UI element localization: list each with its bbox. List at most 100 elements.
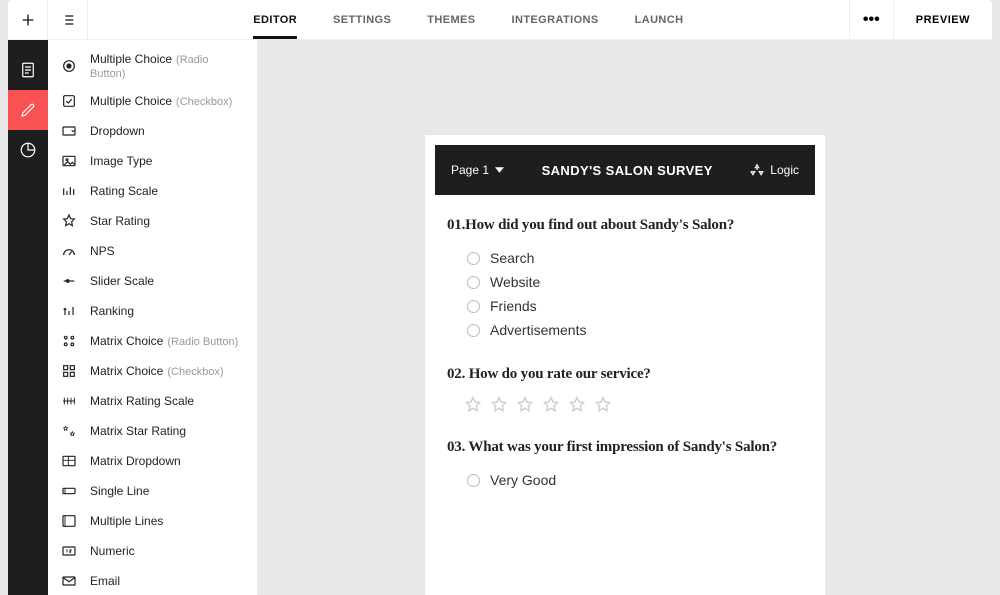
- palette-item-matrix-scale[interactable]: Matrix Rating Scale: [48, 386, 257, 416]
- page-label: Page 1: [451, 163, 489, 177]
- star-icon[interactable]: [489, 395, 509, 415]
- star-icon[interactable]: [463, 395, 483, 415]
- star-rating-row: [447, 395, 803, 415]
- palette-item-label: Ranking: [90, 304, 134, 318]
- palette-item-label: Multiple Lines: [90, 514, 163, 528]
- question-title: 01.How did you find out about Sandy's Sa…: [447, 217, 803, 234]
- palette-item-label: Slider Scale: [90, 274, 154, 288]
- radio-icon: [61, 58, 77, 74]
- rail-analytics[interactable]: [8, 130, 48, 170]
- star-icon: [61, 213, 77, 229]
- palette-item-label: Rating Scale: [90, 184, 158, 198]
- email-icon: [61, 573, 77, 589]
- pencil-icon: [19, 101, 37, 119]
- palette-item-email[interactable]: Email: [48, 566, 257, 595]
- list-button[interactable]: [48, 0, 88, 40]
- radio-icon: [467, 276, 480, 289]
- numeric-icon: [61, 543, 77, 559]
- radio-option[interactable]: Friends: [447, 294, 803, 318]
- image-icon: [61, 153, 77, 169]
- question-3: 03. What was your first impression of Sa…: [447, 439, 803, 492]
- tab-integrations[interactable]: INTEGRATIONS: [512, 0, 599, 39]
- radio-option[interactable]: Website: [447, 270, 803, 294]
- matrix-scale-icon: [61, 393, 77, 409]
- more-button[interactable]: •••: [849, 0, 893, 39]
- palette-item-multi-line[interactable]: Multiple Lines: [48, 506, 257, 536]
- palette-item-image[interactable]: Image Type: [48, 146, 257, 176]
- palette-item-matrix-check[interactable]: Matrix Choice(Checkbox): [48, 356, 257, 386]
- slider-icon: [61, 273, 77, 289]
- star-icon[interactable]: [515, 395, 535, 415]
- dropdown-icon: [61, 123, 77, 139]
- palette-item-label: Matrix Choice(Checkbox): [90, 364, 224, 378]
- page-selector[interactable]: Page 1: [451, 163, 504, 177]
- radio-icon: [467, 324, 480, 337]
- star-icon[interactable]: [567, 395, 587, 415]
- palette-item-label: Matrix Choice(Radio Button): [90, 334, 238, 348]
- palette-item-label: Star Rating: [90, 214, 150, 228]
- more-icon: •••: [863, 11, 880, 29]
- palette-item-label: NPS: [90, 244, 115, 258]
- palette-item-sublabel: (Radio Button): [167, 336, 238, 348]
- pie-chart-icon: [19, 141, 37, 159]
- palette-item-slider[interactable]: Slider Scale: [48, 266, 257, 296]
- add-button[interactable]: [8, 0, 48, 40]
- survey-title: SANDY'S SALON SURVEY: [542, 163, 713, 178]
- logic-icon: [750, 163, 764, 177]
- star-icon[interactable]: [541, 395, 561, 415]
- page-icon: [19, 61, 37, 79]
- palette-item-matrix-star[interactable]: Matrix Star Rating: [48, 416, 257, 446]
- preview-button[interactable]: PREVIEW: [893, 0, 992, 39]
- palette-item-label: Matrix Star Rating: [90, 424, 186, 438]
- palette-item-star[interactable]: Star Rating: [48, 206, 257, 236]
- radio-icon: [467, 300, 480, 313]
- ranking-icon: [61, 303, 77, 319]
- option-label: Advertisements: [490, 322, 586, 338]
- palette-item-checkbox[interactable]: Multiple Choice(Checkbox): [48, 86, 257, 116]
- palette-item-numeric[interactable]: Numeric: [48, 536, 257, 566]
- palette-item-dropdown[interactable]: Dropdown: [48, 116, 257, 146]
- question-title: 03. What was your first impression of Sa…: [447, 439, 803, 456]
- radio-option[interactable]: Advertisements: [447, 318, 803, 342]
- palette-item-label: Numeric: [90, 544, 135, 558]
- radio-icon: [467, 252, 480, 265]
- tab-launch[interactable]: LAUNCH: [635, 0, 684, 39]
- tab-themes[interactable]: THEMES: [427, 0, 475, 39]
- option-label: Friends: [490, 298, 537, 314]
- survey-card: Page 1 SANDY'S SALON SURVEY Logic 01.How…: [425, 135, 825, 595]
- rail-pages[interactable]: [8, 50, 48, 90]
- palette-item-sublabel: (Radio Button): [90, 54, 208, 80]
- tab-settings[interactable]: SETTINGS: [333, 0, 391, 39]
- option-label: Website: [490, 274, 540, 290]
- canvas: Page 1 SANDY'S SALON SURVEY Logic 01.How…: [258, 40, 992, 595]
- palette-item-ranking[interactable]: Ranking: [48, 296, 257, 326]
- palette-item-radio[interactable]: Multiple Choice(Radio Button): [48, 46, 257, 86]
- palette-item-single-line[interactable]: Single Line: [48, 476, 257, 506]
- palette-item-matrix-drop[interactable]: Matrix Dropdown: [48, 446, 257, 476]
- palette-item-label: Email: [90, 574, 120, 588]
- list-icon: [60, 12, 76, 28]
- palette-item-label: Matrix Rating Scale: [90, 394, 194, 408]
- single-line-icon: [61, 483, 77, 499]
- palette-item-label: Single Line: [90, 484, 149, 498]
- rail-edit[interactable]: [8, 90, 48, 130]
- checkbox-icon: [61, 93, 77, 109]
- palette-item-sublabel: (Checkbox): [176, 96, 232, 108]
- question-palette: Multiple Choice(Radio Button) Multiple Ch…: [48, 40, 258, 595]
- palette-item-matrix-radio[interactable]: Matrix Choice(Radio Button): [48, 326, 257, 356]
- radio-option[interactable]: Very Good: [447, 468, 803, 492]
- tab-editor[interactable]: EDITOR: [253, 0, 297, 39]
- logic-button[interactable]: Logic: [750, 163, 799, 177]
- palette-item-label: Multiple Choice(Radio Button): [90, 52, 245, 80]
- palette-item-scale[interactable]: Rating Scale: [48, 176, 257, 206]
- gauge-icon: [61, 243, 77, 259]
- star-icon[interactable]: [593, 395, 613, 415]
- question-2: 02. How do you rate our service?: [447, 366, 803, 415]
- radio-option[interactable]: Search: [447, 246, 803, 270]
- palette-item-label: Dropdown: [90, 124, 145, 138]
- option-label: Very Good: [490, 472, 556, 488]
- logic-label: Logic: [770, 163, 799, 177]
- scale-icon: [61, 183, 77, 199]
- option-label: Search: [490, 250, 534, 266]
- palette-item-gauge[interactable]: NPS: [48, 236, 257, 266]
